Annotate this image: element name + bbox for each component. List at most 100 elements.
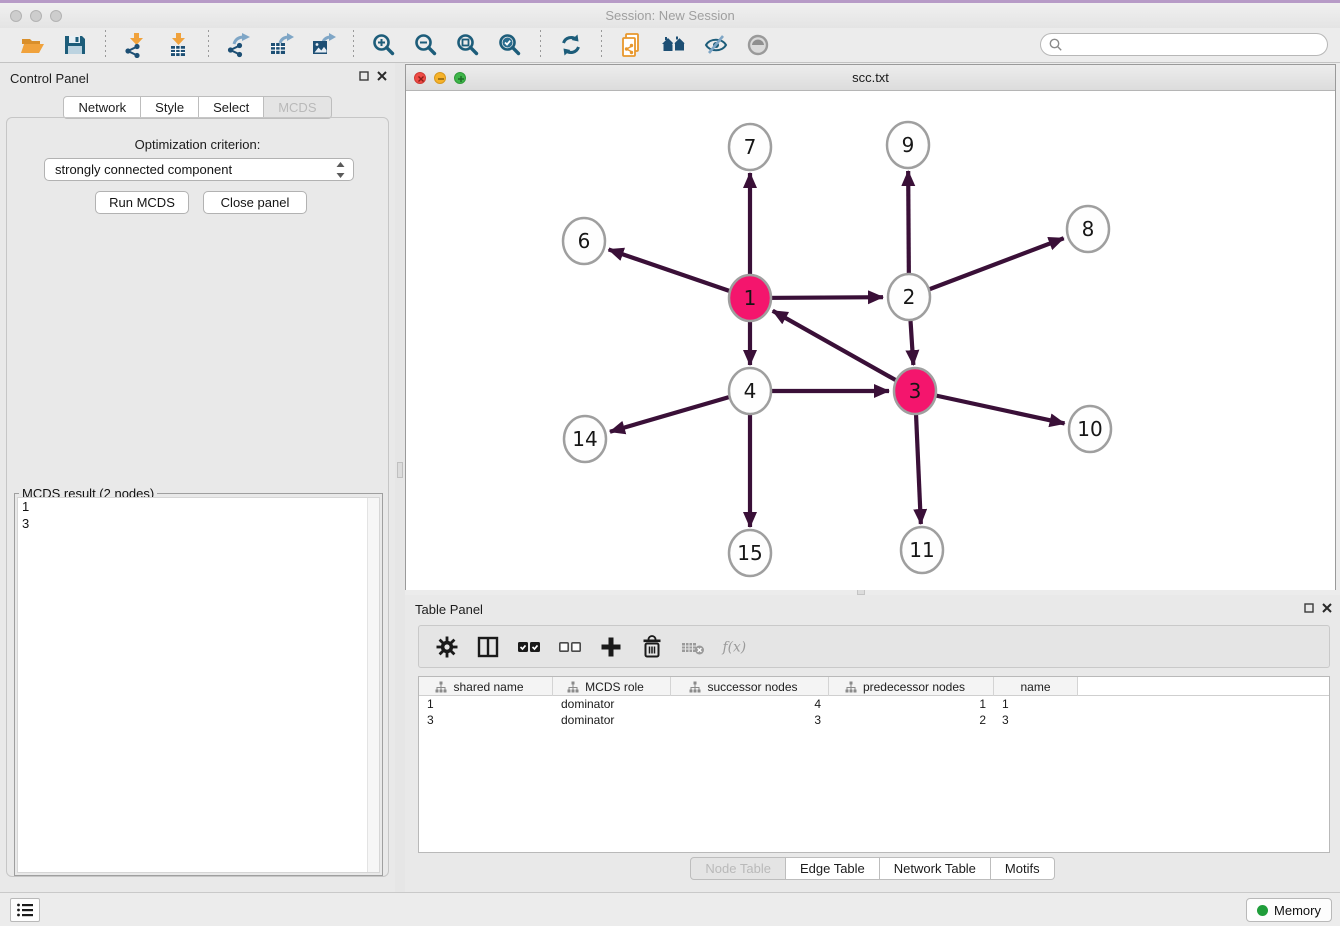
copy-network-icon[interactable] <box>618 31 646 59</box>
graph-node-4[interactable]: 4 <box>729 368 771 414</box>
graph-node-10[interactable]: 10 <box>1069 406 1111 452</box>
graph-node-8[interactable]: 8 <box>1067 206 1109 252</box>
cell-shared-name[interactable]: 3 <box>419 712 553 728</box>
close-panel-icon[interactable] <box>1322 603 1332 613</box>
column-header-name[interactable]: name <box>994 677 1078 696</box>
column-header-MCDS-role[interactable]: MCDS role <box>553 677 671 696</box>
add-column-icon[interactable] <box>598 634 624 660</box>
mcds-result-list[interactable]: 13 <box>17 497 380 873</box>
delete-table-icon[interactable] <box>680 634 706 660</box>
export-network-icon[interactable] <box>225 31 253 59</box>
graph-node-7[interactable]: 7 <box>729 124 771 170</box>
control-tab-style[interactable]: Style <box>141 96 199 119</box>
column-header-shared-name[interactable]: shared name <box>419 677 553 696</box>
split-panel-icon[interactable] <box>475 634 501 660</box>
deselect-all-icon[interactable] <box>557 634 583 660</box>
cell-successor-nodes[interactable]: 3 <box>671 712 829 728</box>
table-tab-network-table[interactable]: Network Table <box>880 857 991 880</box>
main-titlebar: Session: New Session <box>0 3 1340 28</box>
graph-node-11[interactable]: 11 <box>901 527 943 573</box>
network-window-title: scc.txt <box>406 65 1335 91</box>
graph-node-15[interactable]: 15 <box>729 530 771 576</box>
graph-node-3[interactable]: 3 <box>894 368 936 414</box>
apply-function-icon[interactable]: f(x) <box>721 634 747 660</box>
splitter-handle[interactable] <box>397 462 403 478</box>
birdseye-view-icon[interactable] <box>744 31 772 59</box>
edge-3-10[interactable] <box>915 391 1065 423</box>
node-table-body: 1dominator4113dominator323 <box>419 696 1329 728</box>
zoom-out-icon[interactable] <box>412 31 440 59</box>
vertical-splitter[interactable] <box>395 63 405 892</box>
network-graph-canvas[interactable]: 7 9 6 8 1 2 4 3 14 10 15 11 <box>406 91 1335 590</box>
hide-graphics-details-icon[interactable] <box>702 31 730 59</box>
zoom-in-icon[interactable] <box>370 31 398 59</box>
table-tab-node-table[interactable]: Node Table <box>690 857 786 880</box>
import-network-icon[interactable] <box>122 31 150 59</box>
svg-text:4: 4 <box>744 379 757 403</box>
optimization-criterion-select[interactable]: strongly connected component <box>44 158 354 181</box>
cell-predecessor-nodes[interactable]: 1 <box>829 696 994 712</box>
header-filler <box>1078 677 1329 695</box>
save-icon[interactable] <box>61 31 89 59</box>
graph-node-6[interactable]: 6 <box>563 218 605 264</box>
graph-node-1[interactable]: 1 <box>729 275 771 321</box>
table-tab-edge-table[interactable]: Edge Table <box>786 857 880 880</box>
memory-status-icon <box>1257 905 1268 916</box>
search-input[interactable] <box>1064 35 1327 54</box>
open-folder-icon[interactable] <box>19 31 47 59</box>
svg-text:8: 8 <box>1082 217 1095 241</box>
cell-name[interactable]: 1 <box>994 696 1078 712</box>
memory-label: Memory <box>1274 903 1321 918</box>
graph-node-14[interactable]: 14 <box>564 416 606 462</box>
table-tab-motifs[interactable]: Motifs <box>991 857 1055 880</box>
table-row[interactable]: 1dominator411 <box>419 696 1329 712</box>
control-tab-network[interactable]: Network <box>63 96 141 119</box>
export-table-icon[interactable] <box>267 31 295 59</box>
refresh-layout-icon[interactable] <box>557 31 585 59</box>
home-overview-icon[interactable] <box>660 31 688 59</box>
table-settings-icon[interactable] <box>434 634 460 660</box>
cell-successor-nodes[interactable]: 4 <box>671 696 829 712</box>
close-panel-icon[interactable] <box>377 71 387 81</box>
sort-hierarchy-icon <box>689 681 701 693</box>
export-image-icon[interactable] <box>309 31 337 59</box>
control-tab-select[interactable]: Select <box>199 96 264 119</box>
minimize-window-button[interactable] <box>30 10 42 22</box>
network-maximize-button[interactable] <box>454 72 466 84</box>
close-window-button[interactable] <box>10 10 22 22</box>
search-field[interactable] <box>1040 33 1328 56</box>
memory-button[interactable]: Memory <box>1246 898 1332 922</box>
edge-3-1[interactable] <box>773 311 915 391</box>
close-panel-button[interactable]: Close panel <box>203 191 307 214</box>
zoom-selected-icon[interactable] <box>496 31 524 59</box>
control-tab-mcds[interactable]: MCDS <box>264 96 331 119</box>
select-all-icon[interactable] <box>516 634 542 660</box>
network-minimize-button[interactable] <box>434 72 446 84</box>
graph-node-9[interactable]: 9 <box>887 122 929 168</box>
zoom-fit-icon[interactable] <box>454 31 482 59</box>
column-header-successor-nodes[interactable]: successor nodes <box>671 677 829 696</box>
network-window-titlebar[interactable]: scc.txt <box>406 65 1335 91</box>
float-panel-icon[interactable] <box>359 71 369 81</box>
cell-name[interactable]: 3 <box>994 712 1078 728</box>
run-mcds-button[interactable]: Run MCDS <box>95 191 189 214</box>
control-panel-title: Control Panel <box>10 71 89 86</box>
column-header-predecessor-nodes[interactable]: predecessor nodes <box>829 677 994 696</box>
svg-text:7: 7 <box>744 135 757 159</box>
zoom-window-button[interactable] <box>50 10 62 22</box>
main-toolbar <box>0 28 1340 63</box>
float-panel-icon[interactable] <box>1304 603 1314 613</box>
import-table-icon[interactable] <box>164 31 192 59</box>
cell-shared-name[interactable]: 1 <box>419 696 553 712</box>
cell-MCDS-role[interactable]: dominator <box>553 696 671 712</box>
task-history-button[interactable] <box>10 898 40 922</box>
cell-predecessor-nodes[interactable]: 2 <box>829 712 994 728</box>
mcds-result-line: 3 <box>18 515 379 532</box>
graph-node-2[interactable]: 2 <box>888 274 930 320</box>
delete-column-icon[interactable] <box>639 634 665 660</box>
edge-2-8[interactable] <box>909 238 1064 297</box>
cell-MCDS-role[interactable]: dominator <box>553 712 671 728</box>
network-close-button[interactable] <box>414 72 426 84</box>
result-scrollbar[interactable] <box>367 498 379 872</box>
table-row[interactable]: 3dominator323 <box>419 712 1329 728</box>
